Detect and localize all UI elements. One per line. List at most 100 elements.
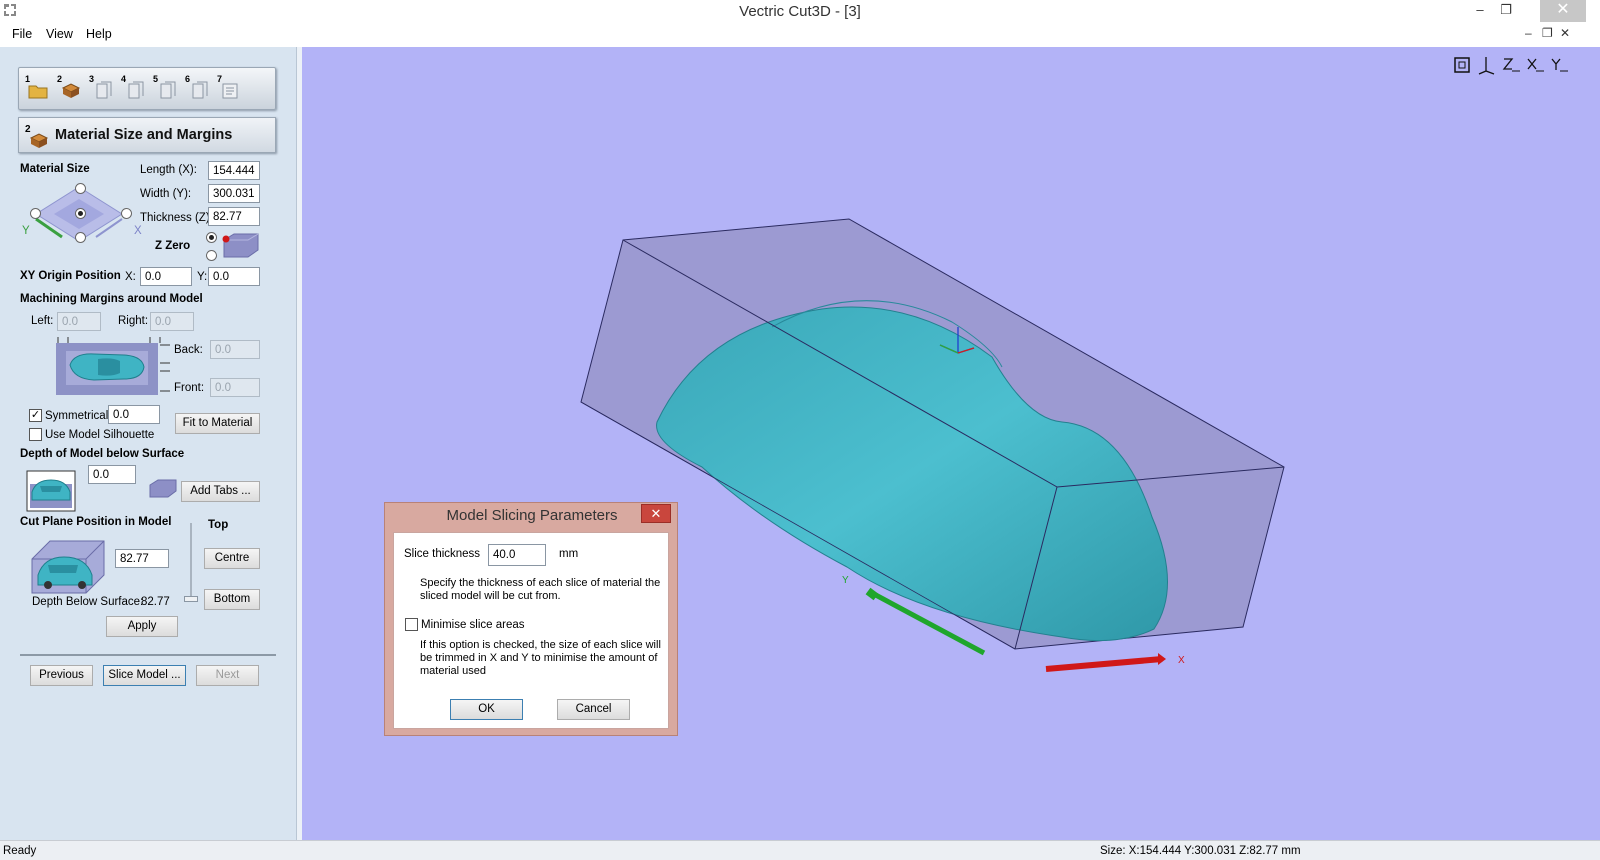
menu-help[interactable]: Help [86, 27, 112, 41]
margins-heading: Machining Margins around Model [20, 293, 203, 305]
apply-button[interactable]: Apply [106, 616, 178, 637]
slice-thickness-label: Slice thickness [404, 548, 481, 560]
origin-y-field[interactable] [208, 267, 260, 286]
status-bar: Ready Size: X:154.444 Y:300.031 Z:82.77 … [0, 840, 1600, 860]
width-label: Width (Y): [140, 188, 192, 200]
origin-radio-top[interactable] [75, 183, 86, 194]
minimise-help-line-1: If this option is checked, the size of e… [420, 639, 661, 651]
margin-front-field[interactable] [210, 378, 260, 397]
symmetrical-field[interactable] [108, 405, 160, 424]
margin-right-field[interactable] [150, 312, 194, 331]
tab-block-icon [149, 479, 177, 498]
length-label: Length (X): [140, 164, 197, 176]
origin-radio-left[interactable] [30, 208, 41, 219]
margin-front-label: Front: [174, 382, 205, 394]
origin-radio-bottom[interactable] [75, 232, 86, 243]
slice-unit-label: mm [559, 548, 579, 560]
cut-plane-field[interactable] [115, 549, 169, 568]
cut-plane-slider-thumb[interactable] [184, 596, 198, 602]
close-button[interactable]: ✕ [1540, 0, 1586, 22]
step-6-icon[interactable]: 6 [185, 74, 211, 102]
origin-radio-right[interactable] [121, 208, 132, 219]
dialog-body: Slice thickness mm Specify the thickness… [393, 532, 669, 729]
step-4-icon[interactable]: 4 [121, 74, 147, 102]
margin-back-label: Back: [174, 344, 203, 356]
dialog-ok-button[interactable]: OK [450, 699, 523, 720]
mdi-minimize-button[interactable]: – [1525, 26, 1532, 40]
nav-separator [20, 654, 276, 656]
window-title: Vectric Cut3D - [3] [739, 3, 861, 20]
step-2-material-icon[interactable]: 2 [57, 74, 83, 102]
minimize-button[interactable]: – [1466, 0, 1494, 22]
origin-x-label: X: [125, 271, 136, 283]
step-5-icon[interactable]: 5 [153, 74, 179, 102]
material-size-heading: Material Size [20, 163, 90, 175]
menu-view[interactable]: View [46, 27, 73, 41]
width-field[interactable] [208, 184, 260, 203]
symmetrical-checkbox[interactable]: ✓ [29, 409, 42, 422]
svg-text:Y: Y [842, 575, 849, 586]
length-field[interactable] [208, 161, 260, 180]
minimise-slice-checkbox[interactable] [405, 618, 418, 631]
bottom-button[interactable]: Bottom [204, 589, 260, 610]
thickness-field[interactable] [208, 207, 260, 226]
margin-back-field[interactable] [210, 340, 260, 359]
margin-left-field[interactable] [57, 312, 101, 331]
dialog-title: Model Slicing Parameters [446, 507, 618, 524]
mdi-restore-button[interactable]: ❐ [1542, 26, 1553, 40]
origin-radio-center[interactable] [75, 208, 86, 219]
slice-model-button[interactable]: Slice Model ... [103, 665, 186, 686]
xy-origin-heading: XY Origin Position [20, 270, 121, 282]
thickness-label: Thickness (Z): [140, 212, 213, 224]
margin-preview-image [56, 337, 170, 395]
centre-button[interactable]: Centre [204, 548, 260, 569]
fit-to-material-button[interactable]: Fit to Material [175, 413, 260, 434]
add-tabs-button[interactable]: Add Tabs ... [181, 481, 260, 502]
use-silhouette-checkbox[interactable] [29, 428, 42, 441]
margin-left-label: Left: [31, 315, 54, 327]
status-ready: Ready [3, 845, 37, 857]
symmetrical-label: Symmetrical [45, 410, 109, 422]
z-zero-bottom-radio[interactable] [206, 250, 217, 261]
origin-x-field[interactable] [140, 267, 192, 286]
title-bar: Vectric Cut3D - [3] – ❐ ✕ [0, 0, 1600, 23]
depth-below-surface-value: 82.77 [141, 596, 170, 608]
step-3-icon[interactable]: 3 [89, 74, 115, 102]
use-silhouette-label: Use Model Silhouette [45, 429, 155, 441]
step-toolbar: 1 2 3 4 5 6 7 [18, 67, 276, 110]
cut-plane-preview-image [31, 540, 105, 594]
depth-field[interactable] [88, 465, 136, 484]
cut-plane-slider-track[interactable] [190, 523, 192, 601]
axis-y-label: Y [22, 225, 30, 237]
svg-text:X: X [1178, 655, 1185, 666]
axis-x-label: X [134, 225, 142, 237]
dialog-close-button[interactable]: ✕ [641, 504, 671, 523]
next-button[interactable]: Next [196, 665, 259, 686]
restore-button[interactable]: ❐ [1492, 0, 1520, 22]
depth-below-surface-label: Depth Below Surface: [32, 596, 144, 608]
section-header: 2 Material Size and Margins [18, 117, 276, 153]
slice-help-line-2: sliced model will be cut from. [420, 590, 561, 602]
minimise-help-line-2: be trimmed in X and Y to minimise the am… [420, 652, 658, 664]
slice-thickness-field[interactable] [488, 544, 546, 566]
mdi-close-button[interactable]: ✕ [1560, 26, 1570, 40]
z-zero-label: Z Zero [155, 240, 191, 252]
step-1-open-icon[interactable]: 1 [25, 74, 51, 102]
previous-button[interactable]: Previous [30, 665, 93, 686]
status-size: Size: X:154.444 Y:300.031 Z:82.77 mm [1100, 845, 1301, 857]
wizard-panel: 1 2 3 4 5 6 7 2 Material Size and Margin… [0, 47, 296, 840]
cut-plane-top-label: Top [208, 519, 229, 531]
menu-bar: File View Help – ❐ ✕ [0, 23, 1600, 46]
margin-right-label: Right: [118, 315, 149, 327]
z-zero-top-radio[interactable] [206, 232, 217, 243]
dialog-cancel-button[interactable]: Cancel [557, 699, 630, 720]
menu-file[interactable]: File [12, 27, 32, 41]
origin-y-label: Y: [197, 271, 208, 283]
cut-plane-heading: Cut Plane Position in Model [20, 516, 172, 528]
minimise-slice-label: Minimise slice areas [421, 619, 525, 631]
section-title: Material Size and Margins [55, 127, 233, 143]
depth-preview-image [26, 470, 76, 512]
step-7-icon[interactable]: 7 [217, 74, 243, 102]
depth-heading: Depth of Model below Surface [20, 448, 185, 460]
minimise-help-line-3: material used [420, 665, 487, 677]
